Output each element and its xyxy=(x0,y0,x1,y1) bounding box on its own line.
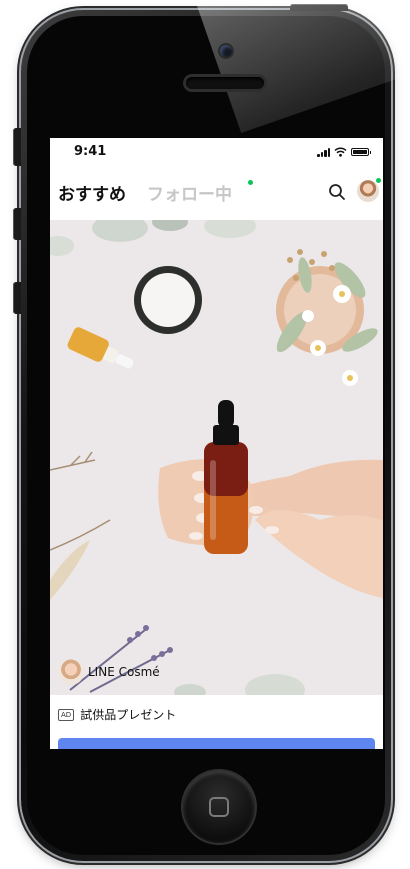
volume-down-button xyxy=(13,282,21,314)
battery-icon xyxy=(351,148,371,156)
cta-button[interactable] xyxy=(58,738,375,749)
account-name: LINE Cosmé xyxy=(88,665,160,679)
tab-following[interactable]: フォロー中 xyxy=(147,180,232,205)
signal-icon xyxy=(317,147,330,157)
post-account[interactable]: LINE Cosmé xyxy=(58,659,160,685)
following-notification-dot xyxy=(248,180,253,185)
mute-switch xyxy=(13,128,21,166)
tab-recommended[interactable]: おすすめ xyxy=(58,180,126,205)
status-icons xyxy=(317,147,371,157)
skincare-photo xyxy=(50,220,383,695)
profile-notification-dot xyxy=(376,178,381,183)
phone-screen: 9:41 おすすめ フォロー中 LINE Cosmé AD 試供品プレゼント xyxy=(50,138,383,749)
status-time: 9:41 xyxy=(74,144,107,159)
app-header: おすすめ フォロー中 xyxy=(50,176,383,210)
ad-badge: AD xyxy=(58,708,75,721)
wifi-icon xyxy=(334,147,347,157)
profile-avatar[interactable] xyxy=(357,180,379,202)
earpiece-speaker xyxy=(186,77,264,89)
status-bar: 9:41 xyxy=(50,138,383,168)
home-button[interactable] xyxy=(183,771,255,843)
post-caption: AD 試供品プレゼント xyxy=(58,706,176,723)
caption-text: 試供品プレゼント xyxy=(80,708,177,722)
front-camera xyxy=(220,45,232,57)
account-avatar xyxy=(58,659,84,685)
volume-up-button xyxy=(13,208,21,240)
search-icon[interactable] xyxy=(327,182,347,202)
post-image[interactable] xyxy=(50,220,383,695)
